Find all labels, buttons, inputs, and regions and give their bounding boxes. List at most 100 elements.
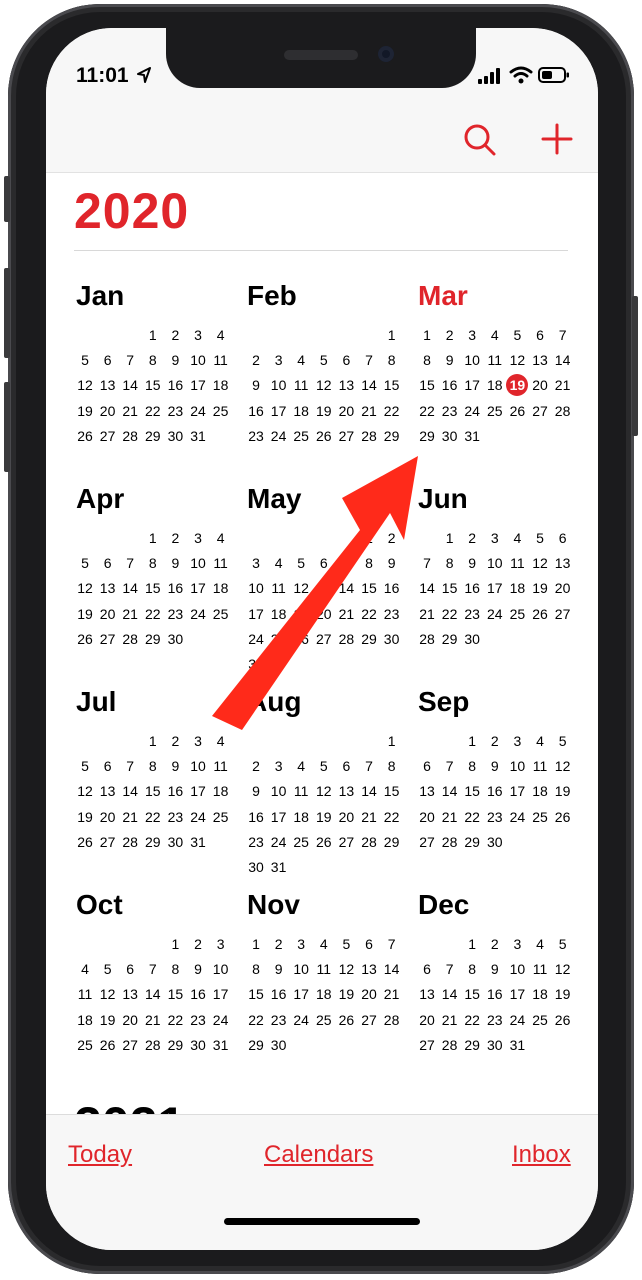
calendar-day: 17 [464, 377, 480, 394]
inbox-button[interactable]: Inbox [512, 1141, 571, 1169]
month-sep[interactable]: Sep 1 2 3 4 5 6 7 8 9 10 11 12 13 14 15 16 17 18 19 20 21 22 23… [416, 686, 586, 886]
calendar-day: 6 [365, 936, 373, 952]
calendar-day: 1 [148, 733, 157, 749]
today-button[interactable]: Today [68, 1141, 132, 1169]
calendar-day: 12 [77, 580, 93, 597]
calendar-day: 29 [383, 427, 400, 444]
calendar-day: 14 [383, 961, 400, 978]
calendar-day: 22 [383, 808, 400, 825]
calendar-day: 31 [270, 859, 287, 875]
calendar-day: 21 [361, 808, 377, 825]
calendar-day: 27 [419, 1036, 435, 1053]
calendar-day: 6 [103, 352, 112, 369]
calendar-day: 8 [445, 555, 454, 572]
calendar-day: 11 [532, 961, 548, 978]
calendar-day: 9 [490, 961, 499, 978]
month-jan[interactable]: Jan 1 2 3 4 5 6 7 8 9 10 11 12 13 14 15 16 17 18 19 20 21 22 23… [74, 280, 244, 480]
month-feb[interactable]: Feb 1 2 3 4 5 6 7 8 9 10 11 12 13 14 15 16 17 18 19 20 21 22 23… [245, 280, 415, 480]
calendar-day: 24 [293, 1011, 309, 1028]
calendar-day: 10 [190, 352, 206, 369]
calendar-day: 6 [558, 530, 567, 546]
calendar-day: 20 [338, 402, 355, 419]
month-oct[interactable]: Oct 1 2 3 4 5 6 7 8 9 10 11 12 13 14 15 16 17 18 19 20 21 22 23… [74, 889, 244, 1089]
month-name: Mar [418, 280, 468, 311]
calendar-day: 8 [365, 555, 373, 572]
calendar-day: 4 [216, 327, 225, 343]
calendar-day: 21 [419, 605, 435, 622]
calendar-day: 27 [316, 630, 332, 647]
calendar-day: 18 [532, 783, 548, 800]
calendar-day: 26 [77, 427, 93, 444]
calendar-day: 2 [490, 936, 499, 952]
calendar-day: 15 [383, 783, 400, 800]
calendar-day: 12 [99, 986, 116, 1003]
calendars-button[interactable]: Calendars [264, 1141, 373, 1169]
calendar-day: 2 [387, 530, 396, 546]
calendar-day: 11 [487, 352, 503, 369]
calendar-day: 25 [532, 1011, 548, 1028]
month-apr[interactable]: Apr 1 2 3 4 5 6 7 8 9 10 11 12 13 14 15 16 17 18 19 20 21 22 23… [74, 483, 244, 683]
calendar-day: 17 [190, 580, 206, 597]
calendar-day: 3 [252, 555, 260, 572]
calendar-day: 5 [558, 733, 567, 749]
calendar-day: 2 [252, 352, 260, 369]
calendar-day: 21 [383, 986, 400, 1003]
calendar-day: 11 [213, 555, 228, 572]
today-day-marker: 19 [506, 374, 529, 397]
calendar-day: 18 [509, 580, 526, 597]
month-may[interactable]: May 1 2 3 4 5 6 7 8 9 10 11 12 13 14 15 16 17 18 19 20 21 22 23… [245, 483, 415, 683]
calendar-day: 3 [468, 327, 477, 343]
calendar-day: 4 [216, 733, 225, 749]
calendar-day: 5 [513, 327, 522, 343]
calendar-day: 11 [213, 352, 228, 369]
month-aug[interactable]: Aug 1 2 3 4 5 6 7 8 9 10 11 12 13 14 15 16 17 18 19 20 21 22 23… [245, 686, 415, 886]
calendar-day: 13 [122, 986, 138, 1003]
calendar-day: 16 [248, 402, 264, 419]
month-nov[interactable]: Nov 1 2 3 4 5 6 7 8 9 10 11 12 13 14 15 16 17 18 19 20 21 22 23… [245, 889, 415, 1089]
calendar-day: 18 [212, 580, 229, 597]
calendar-day: 11 [532, 758, 548, 775]
month-jun[interactable]: Jun 1 2 3 4 5 6 7 8 9 10 11 12 13 14 15 16 17 18 19 20 21 22 23… [416, 483, 586, 683]
calendar-day: 4 [297, 758, 306, 775]
calendar-day: 12 [554, 758, 571, 775]
calendar-day: 23 [270, 1011, 287, 1028]
calendar-day: 19 [293, 605, 309, 622]
calendar-day: 27 [338, 427, 355, 444]
month-jul[interactable]: Jul 1 2 3 4 5 6 7 8 9 10 11 12 13 14 15 16 17 18 19 20 21 22 23… [74, 686, 244, 886]
calendar-day: 25 [212, 605, 229, 622]
calendar-day: 29 [145, 833, 161, 850]
calendar-day: 16 [167, 783, 184, 800]
calendar-day: 8 [387, 758, 396, 775]
calendar-day: 16 [270, 986, 287, 1003]
calendar-day: 21 [554, 377, 571, 394]
calendar-day: 30 [190, 1036, 206, 1053]
calendar-day: 12 [554, 961, 571, 978]
calendar-day: 4 [81, 961, 89, 978]
calendar-day: 13 [419, 986, 435, 1003]
calendar-day: 7 [423, 555, 431, 572]
calendar-day: 20 [532, 377, 548, 394]
calendar-day: 1 [171, 936, 180, 952]
calendar-day: 22 [441, 605, 458, 622]
calendar-day: 24 [464, 402, 480, 419]
months-grid: Jan 1 2 3 4 5 6 7 8 9 10 11 12 13 14 15 16 17 18 19 20 21 22 23… [46, 28, 598, 1250]
calendar-day: 20 [316, 605, 332, 622]
calendar-day: 25 [212, 402, 229, 419]
month-mar[interactable]: Mar 1 2 3 4 5 6 7 8 9 10 11 12 13 14 15 16 17 18 19 20 21 22 23… [416, 280, 586, 480]
calendar-day: 26 [554, 808, 571, 825]
calendar-day: 5 [81, 758, 89, 775]
calendar-day: 29 [167, 1036, 184, 1053]
calendar-day: 25 [509, 605, 526, 622]
calendar-day: 27 [554, 605, 571, 622]
calendar-day: 15 [145, 580, 161, 597]
calendar-day: 30 [441, 427, 458, 444]
calendar-day: 24 [270, 833, 287, 850]
calendar-day: 21 [122, 808, 138, 825]
calendar-day: 2 [171, 327, 180, 343]
calendar-day: 25 [316, 1011, 332, 1028]
calendar-day: 12 [77, 377, 93, 394]
calendar-day: 7 [342, 555, 351, 572]
month-dec[interactable]: Dec 1 2 3 4 5 6 7 8 9 10 11 12 13 14 15 16 17 18 19 20 21 22 23… [416, 889, 586, 1089]
calendar-day: 23 [167, 605, 184, 622]
silent-switch [4, 176, 10, 222]
